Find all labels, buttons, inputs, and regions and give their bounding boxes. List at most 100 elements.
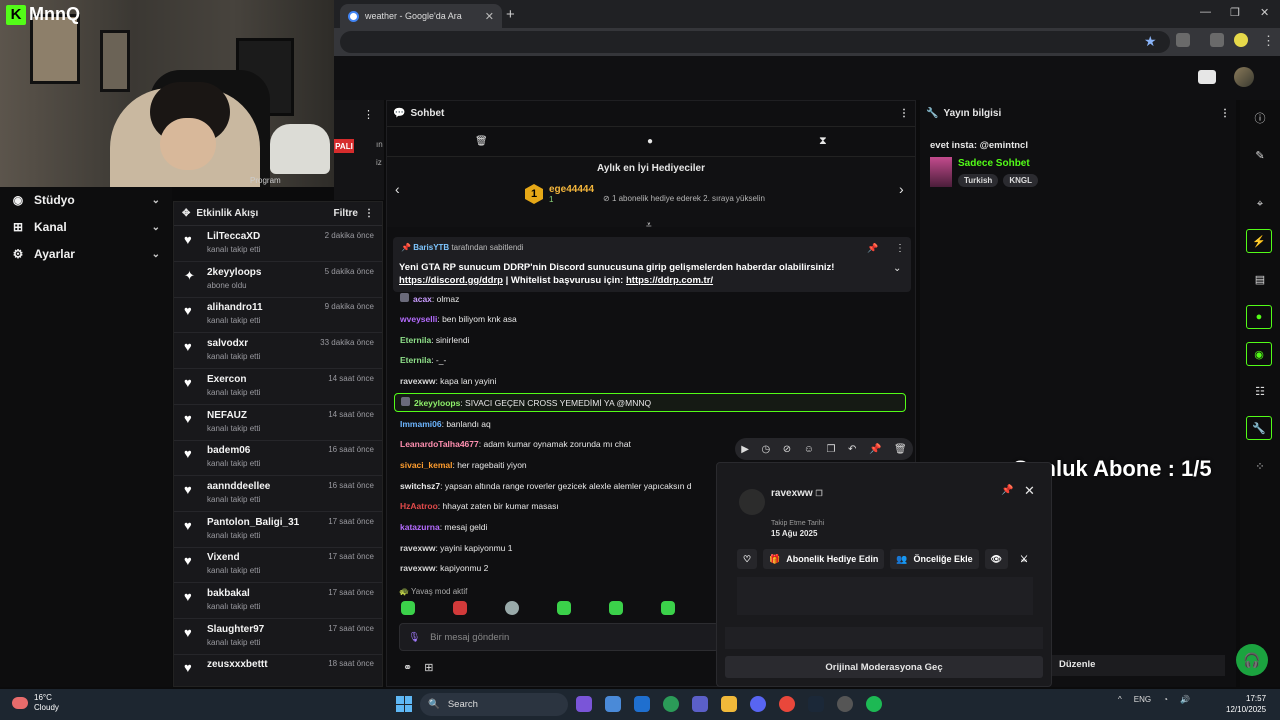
tab-close-icon[interactable]: ✕ xyxy=(485,10,494,23)
original-mod-button[interactable]: Orijinal Moderasyona Geç xyxy=(725,656,1043,678)
avatar[interactable] xyxy=(1234,67,1254,87)
chat-username[interactable]: Eternila xyxy=(400,335,431,345)
chat-username[interactable]: Eternila xyxy=(400,355,431,365)
chat-username[interactable]: ravexww xyxy=(400,543,435,553)
activity-user[interactable]: salvodxr xyxy=(207,338,248,349)
language-indicator[interactable]: ENG xyxy=(1134,695,1151,704)
top-gifter[interactable]: 1 ege44444 1 xyxy=(525,184,594,204)
more-icon[interactable]: ⋮ xyxy=(899,108,909,119)
chat-message[interactable]: ravexww: kapiyonmu 2 xyxy=(400,563,488,573)
chat-message[interactable]: Immami06: banlandı aq xyxy=(400,419,491,429)
address-input[interactable] xyxy=(340,31,1170,53)
pin-icon[interactable]: 📌 xyxy=(1001,485,1013,496)
activity-item[interactable]: ♥ badem06 kanalı takip etti 16 saat önce xyxy=(174,440,382,477)
collapse-icon[interactable]: ⩡ xyxy=(646,220,652,231)
chat-username[interactable]: ravexww xyxy=(400,563,435,573)
watch-button[interactable]: 👁 xyxy=(984,549,1009,569)
discord-link[interactable]: https://discord.gg/ddrp xyxy=(399,275,503,286)
activity-user[interactable]: bakbakal xyxy=(207,588,250,599)
chat-message[interactable]: sivaci_kemal: her ragebaiti yiyon xyxy=(400,460,527,470)
chat-message[interactable]: Eternila: sinirlendi xyxy=(400,335,469,345)
activity-user[interactable]: Exercon xyxy=(207,374,246,385)
priority-button[interactable]: 👥 Önceliğe Ekle xyxy=(890,549,979,569)
pin-icon[interactable]: 📌 xyxy=(867,243,878,254)
trash-icon[interactable]: 🗑 xyxy=(475,136,488,147)
emote-picker-icon[interactable]: ⚭ xyxy=(403,661,412,674)
help-button[interactable]: 🎧 xyxy=(1236,644,1268,676)
edge-icon[interactable] xyxy=(663,696,679,712)
emote-icon[interactable] xyxy=(661,601,675,615)
nav-settings[interactable]: ⚙ Ayarlar ⌄ xyxy=(12,247,160,261)
follow-heart-button[interactable]: ♡ xyxy=(737,549,758,569)
extension-icon[interactable] xyxy=(1176,33,1190,47)
hide-icon[interactable]: ⊘ xyxy=(783,444,791,455)
ddrp-link[interactable]: https://ddrp.com.tr/ xyxy=(626,275,713,286)
copilot-icon[interactable] xyxy=(576,696,592,712)
bookmark-star-icon[interactable]: ★ xyxy=(1144,33,1157,50)
trash-icon[interactable]: 🗑 xyxy=(894,444,907,455)
undo-icon[interactable]: ↶ xyxy=(848,444,856,455)
kick-logo-icon[interactable] xyxy=(1198,70,1216,84)
emote-icon[interactable] xyxy=(453,601,467,615)
chat-message[interactable]: Eternila: -_- xyxy=(400,355,446,365)
activity-user[interactable]: badem06 xyxy=(207,445,250,456)
activity-item[interactable]: ♥ alihandro11 kanalı takip etti 9 dakika ön… xyxy=(174,297,382,334)
steam-icon[interactable] xyxy=(808,696,824,712)
wrench-icon[interactable]: 🔧 xyxy=(1246,416,1272,440)
target-icon[interactable]: ⌖ xyxy=(1251,195,1269,213)
activity-item[interactable]: ♥ Pantolon_Baligi_31 kanalı takip etti 17 s… xyxy=(174,512,382,548)
activity-user[interactable]: Pantolon_Baligi_31 xyxy=(207,517,299,528)
chat-username[interactable]: HzAatroo xyxy=(400,501,438,511)
activity-item[interactable]: ♥ Slaughter97 kanalı takip etti 17 saat önc… xyxy=(174,619,382,655)
chat-message[interactable]: katazurna: mesaj geldi xyxy=(400,522,487,532)
play-icon[interactable]: ▶ xyxy=(741,444,749,455)
chevron-up-icon[interactable]: ^ xyxy=(1118,695,1122,704)
emote-icon[interactable]: ☺ xyxy=(804,444,814,455)
activity-item[interactable]: ♥ Vixend kanalı takip etti 17 saat önce xyxy=(174,547,382,584)
outlook-icon[interactable] xyxy=(634,696,650,712)
lightning-icon[interactable]: ⚡ xyxy=(1246,229,1272,253)
maximize-button[interactable]: ❐ xyxy=(1230,6,1240,19)
activity-item[interactable]: ♥ zeusxxxbettt 18 saat önce xyxy=(174,654,382,691)
clock-icon[interactable]: ◷ xyxy=(762,444,771,455)
activity-user[interactable]: alihandro11 xyxy=(207,302,263,313)
stream-category[interactable]: Sadece Sohbet xyxy=(958,158,1030,169)
move-icon[interactable]: ✥ xyxy=(182,208,190,219)
tag[interactable]: KNGL xyxy=(1003,174,1038,187)
nav-studio[interactable]: ◉ Stüdyo ⌄ xyxy=(12,193,160,207)
discord-icon[interactable] xyxy=(750,696,766,712)
chat-message[interactable]: 2keyyloops: SIVACI GEÇEN CROSS YEMEDİMİ … xyxy=(401,397,651,408)
windows-start-icon[interactable] xyxy=(396,696,412,712)
gift-sub-button[interactable]: 🎁 Abonelik Hediye Edin xyxy=(763,549,885,569)
chat-username[interactable]: acax xyxy=(413,294,432,304)
activity-user[interactable]: 2keyyloops xyxy=(207,267,261,278)
more-icon[interactable]: ⋮ xyxy=(895,243,905,254)
chat-message[interactable]: wveyselli: ben biliyom knk asa xyxy=(400,314,517,324)
taskbar-search[interactable]: 🔍 Search xyxy=(420,693,568,716)
emote-icon[interactable] xyxy=(557,601,571,615)
chat-input[interactable]: 🎙 Bir mesaj gönderin xyxy=(399,623,719,651)
window-close-button[interactable]: ✕ xyxy=(1260,6,1269,19)
users-icon[interactable]: ☷ xyxy=(1251,382,1269,400)
activity-user[interactable]: aannddeellee xyxy=(207,481,270,492)
activity-user[interactable]: NEFAUZ xyxy=(207,410,247,421)
teams-icon[interactable] xyxy=(692,696,708,712)
nav-channel[interactable]: ⊞ Kanal ⌄ xyxy=(12,220,160,234)
activity-user[interactable]: zeusxxxbettt xyxy=(207,659,268,670)
chrome-icon[interactable] xyxy=(779,696,795,712)
store-icon[interactable]: ⊞ xyxy=(424,661,433,674)
activity-item[interactable]: ♥ bakbakal kanalı takip etti 17 saat önce xyxy=(174,583,382,619)
chat-message[interactable]: ravexww: yayini kapiyonmu 1 xyxy=(400,543,512,553)
chat-username[interactable]: wveyselli xyxy=(400,314,437,324)
weather-widget[interactable]: 16°C Cloudy xyxy=(12,693,59,713)
browser-menu-icon[interactable]: ⋮ xyxy=(1262,33,1275,49)
chat-username[interactable]: ravexww xyxy=(400,376,435,386)
minimize-button[interactable]: — xyxy=(1200,6,1211,18)
hourglass-icon[interactable]: ⧗ xyxy=(819,135,827,148)
chat-message[interactable]: acax: olmaz xyxy=(400,293,459,304)
wifi-icon[interactable]: ◔ xyxy=(1163,695,1168,704)
edit-button[interactable]: Düzenle xyxy=(1052,655,1225,676)
chat-username[interactable]: switchsz7 xyxy=(400,481,440,491)
chat-message[interactable]: LeanardoTalha4677: adam kumar oynamak zo… xyxy=(400,439,631,449)
chevron-left-icon[interactable]: ‹ xyxy=(395,181,400,197)
